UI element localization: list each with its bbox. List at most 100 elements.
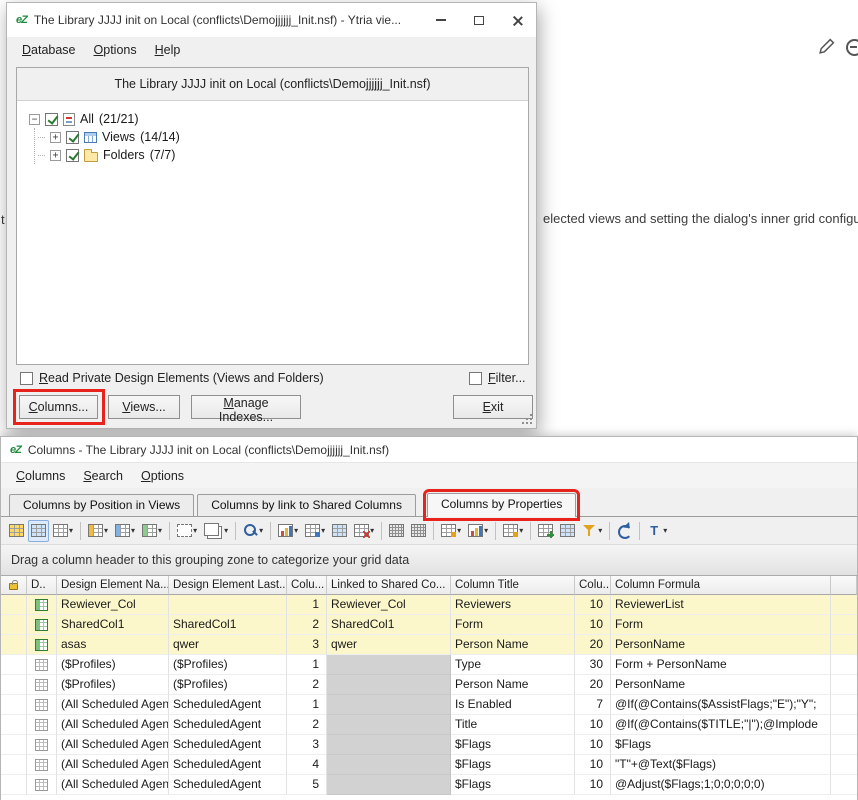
column-header-lock[interactable] — [1, 576, 27, 595]
partial-circle-icon[interactable] — [846, 39, 858, 56]
table-row[interactable]: (All Scheduled Agent)ScheduledAgent4$Fla… — [1, 755, 857, 775]
column-header-design-icon[interactable]: D.. — [27, 576, 57, 595]
selection-mode-icon — [177, 524, 192, 537]
column-header-column-position[interactable]: Colu... — [287, 576, 327, 595]
views-icon — [84, 132, 97, 143]
manage-indexes-button[interactable]: Manage Indexes... — [191, 395, 301, 419]
cell-linked: SharedCol1 — [327, 615, 451, 635]
minimize-button[interactable] — [422, 3, 460, 37]
tab-bar: Columns by Position in Views Columns by … — [1, 488, 857, 517]
flag-cell-button[interactable]: ▾ — [500, 520, 526, 542]
row-display-button[interactable]: ▾ — [50, 520, 76, 542]
cell-formula: "T"+@Text($Flags) — [611, 755, 831, 775]
menu-help[interactable]: Help — [146, 40, 190, 60]
cell-formula: @If(@Contains($TITLE;"|");@Implode — [611, 715, 831, 735]
column-header-design-element-name[interactable]: Design Element Na... — [57, 576, 169, 595]
filter-checkbox[interactable] — [469, 372, 482, 385]
menu-options[interactable]: Options — [132, 466, 193, 486]
table-row[interactable]: SharedCol1SharedCol12SharedCol1Form10For… — [1, 615, 857, 635]
toolbar-separator — [381, 522, 382, 540]
table-row[interactable]: ($Profiles)($Profiles)1Type30Form + Pers… — [1, 655, 857, 675]
search-button[interactable]: ▾ — [240, 520, 266, 542]
table-row[interactable]: (All Scheduled Agent)ScheduledAgent3$Fla… — [1, 735, 857, 755]
collapse-icon[interactable]: − — [29, 114, 40, 125]
cell-width: 10 — [575, 735, 611, 755]
filter-button[interactable]: ▾ — [579, 520, 605, 542]
column-header-column-width[interactable]: Colu... — [575, 576, 611, 595]
menu-database[interactable]: Database — [13, 40, 85, 60]
toolbar-separator — [270, 522, 271, 540]
column-icon — [35, 759, 48, 771]
selection-mode-button[interactable]: ▾ — [174, 520, 200, 542]
cell-width: 10 — [575, 755, 611, 775]
group-rows-button[interactable]: ▾ — [438, 520, 464, 542]
text-format-button[interactable]: ▾ — [644, 520, 670, 542]
title-bar[interactable]: eZ Columns - The Library JJJJ init on Lo… — [1, 437, 857, 463]
filter-label: Filter... — [488, 371, 526, 385]
band-rows-button[interactable] — [408, 520, 429, 542]
cell-title: $Flags — [451, 735, 575, 755]
expand-icon[interactable]: + — [50, 132, 61, 143]
maximize-icon — [474, 16, 484, 25]
copy-button[interactable]: ▾ — [201, 520, 231, 542]
menu-options[interactable]: Options — [85, 40, 146, 60]
column-move-button[interactable]: ▾ — [112, 520, 138, 542]
column-header-design-element-last[interactable]: Design Element Last... — [169, 576, 287, 595]
resize-grip[interactable] — [521, 413, 533, 425]
tree-item-all[interactable]: − All (21/21) — [29, 110, 528, 128]
columns-button[interactable]: Columns... — [19, 395, 98, 419]
refresh-button[interactable] — [614, 520, 635, 542]
grouping-zone[interactable]: Drag a column header to this grouping zo… — [1, 545, 857, 576]
title-bar[interactable]: eZ The Library JJJJ init on Local (confl… — [7, 3, 536, 37]
table-view-button[interactable] — [557, 520, 578, 542]
table-row[interactable]: Rewiever_Col1Rewiever_ColReviewers10Revi… — [1, 595, 857, 615]
page-edit-pencil-icon[interactable] — [818, 38, 835, 55]
table-row[interactable]: (All Scheduled Agent)ScheduledAgent2Titl… — [1, 715, 857, 735]
menu-search[interactable]: Search — [74, 466, 132, 486]
cell-width: 30 — [575, 655, 611, 675]
tree-item-folders[interactable]: + Folders (7/7) — [38, 146, 528, 164]
all-checkbox[interactable] — [45, 113, 58, 126]
row-filler — [831, 755, 857, 775]
menu-columns[interactable]: Columns — [7, 466, 74, 486]
tree-item-views[interactable]: + Views (14/14) — [38, 128, 528, 146]
cell-pos: 3 — [287, 735, 327, 755]
expand-icon[interactable]: + — [50, 150, 61, 161]
toolbar-separator — [639, 522, 640, 540]
chart-button[interactable]: ▾ — [465, 520, 491, 542]
edit-grid-button[interactable] — [329, 520, 350, 542]
grid-columns-button[interactable] — [28, 520, 49, 542]
column-insert-button[interactable]: ▾ — [85, 520, 111, 542]
color-scale-button[interactable]: ▾ — [275, 520, 301, 542]
edit-values-button[interactable]: ▾ — [302, 520, 328, 542]
tab-columns-by-position-in-views[interactable]: Columns by Position in Views — [9, 494, 194, 516]
design-element-icon-cell — [27, 695, 57, 715]
tab-columns-by-link-to-shared-columns[interactable]: Columns by link to Shared Columns — [197, 494, 416, 516]
column-header-column-formula[interactable]: Column Formula — [611, 576, 831, 595]
cell-name: ($Profiles) — [57, 655, 169, 675]
column-style-button[interactable]: ▾ — [139, 520, 165, 542]
add-table-button[interactable] — [535, 520, 556, 542]
maximize-button[interactable] — [460, 3, 498, 37]
lock-cell — [1, 595, 27, 615]
tree-count: (7/7) — [150, 148, 176, 162]
column-header-linked-to-shared[interactable]: Linked to Shared Co... — [327, 576, 451, 595]
column-header-column-title[interactable]: Column Title — [451, 576, 575, 595]
table-row[interactable]: (All Scheduled Agent)ScheduledAgent5$Fla… — [1, 775, 857, 795]
folders-checkbox[interactable] — [66, 149, 79, 162]
views-checkbox[interactable] — [66, 131, 79, 144]
freeze-panes-button[interactable] — [386, 520, 407, 542]
cell-name: ($Profiles) — [57, 675, 169, 695]
database-design-icon — [63, 113, 75, 126]
close-button[interactable] — [498, 3, 536, 37]
grid-settings-button[interactable] — [6, 520, 27, 542]
views-button[interactable]: Views... — [108, 395, 180, 419]
table-row[interactable]: ($Profiles)($Profiles)2Person Name20Pers… — [1, 675, 857, 695]
toolbar-separator — [495, 522, 496, 540]
table-row[interactable]: asasqwer3qwerPerson Name20PersonName — [1, 635, 857, 655]
table-row[interactable]: (All Scheduled Agent)ScheduledAgent1Is E… — [1, 695, 857, 715]
read-private-checkbox[interactable] — [20, 372, 33, 385]
cell-name: asas — [57, 635, 169, 655]
remove-values-button[interactable]: ▾ — [351, 520, 377, 542]
tab-columns-by-properties[interactable]: Columns by Properties — [427, 493, 576, 517]
